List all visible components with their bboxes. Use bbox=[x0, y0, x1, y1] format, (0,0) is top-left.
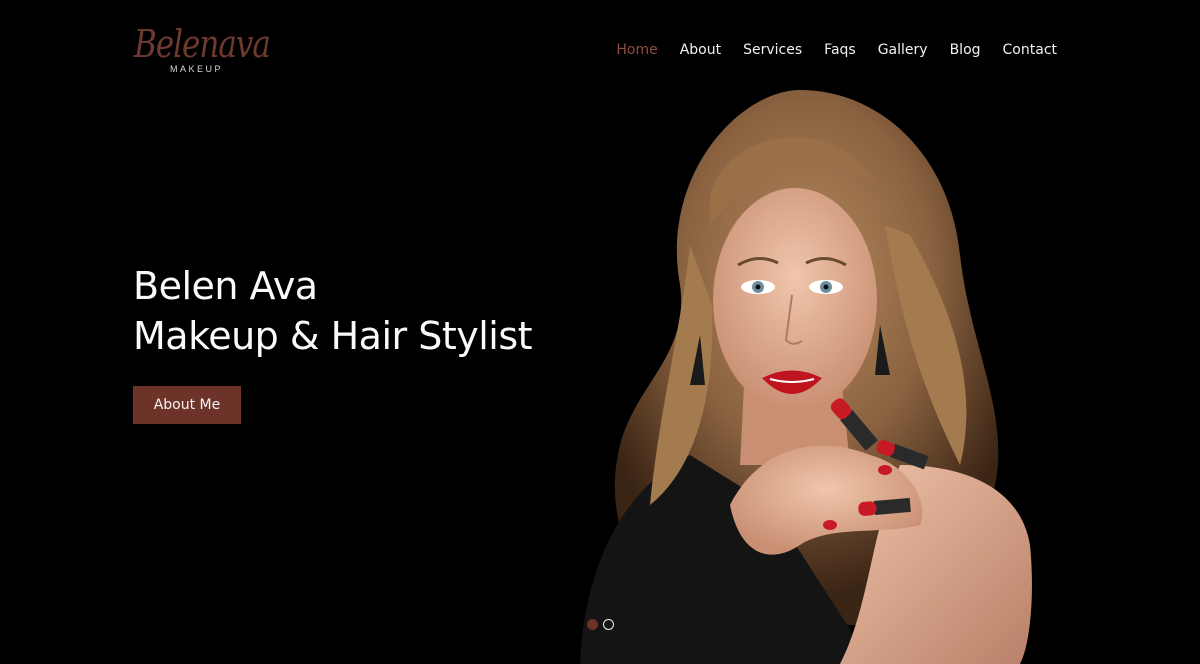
brand-logo[interactable]: Belenava MAKEUP bbox=[134, 22, 271, 82]
nav-item-contact[interactable]: Contact bbox=[992, 40, 1057, 60]
slider-dot-2[interactable] bbox=[603, 619, 614, 630]
nav-item-home[interactable]: Home bbox=[605, 40, 668, 60]
hero-title-line-2: Makeup & Hair Stylist bbox=[133, 314, 533, 358]
nav-item-faqs[interactable]: Faqs bbox=[813, 40, 867, 60]
hero-section: Belenava MAKEUP Home About Services Faqs… bbox=[0, 0, 1200, 664]
nav-item-about[interactable]: About bbox=[669, 40, 732, 60]
hero-title-line-1: Belen Ava bbox=[133, 264, 318, 308]
nav-item-services[interactable]: Services bbox=[732, 40, 813, 60]
about-me-button[interactable]: About Me bbox=[133, 386, 241, 424]
main-nav: Home About Services Faqs Gallery Blog Co… bbox=[605, 40, 1057, 60]
hero-headline: Belen Ava Makeup & Hair Stylist bbox=[133, 261, 533, 361]
woman-portrait-image bbox=[580, 90, 1032, 664]
nav-item-blog[interactable]: Blog bbox=[939, 40, 992, 60]
slider-pagination bbox=[587, 619, 614, 630]
brand-logo-subtitle: MAKEUP bbox=[170, 64, 224, 74]
brand-logo-script: Belenava bbox=[134, 22, 271, 67]
slider-dot-1[interactable] bbox=[587, 619, 598, 630]
nav-item-gallery[interactable]: Gallery bbox=[867, 40, 939, 60]
